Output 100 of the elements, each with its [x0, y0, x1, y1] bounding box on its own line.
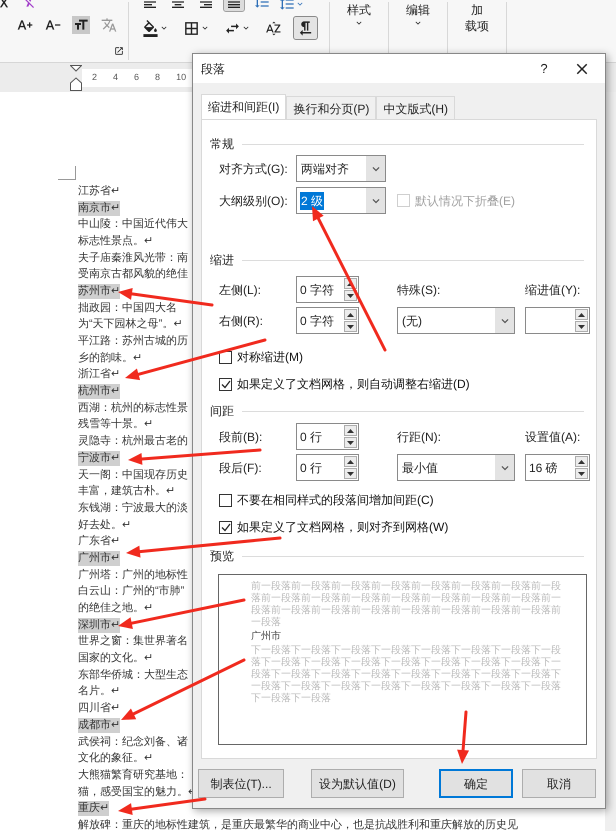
dropdown[interactable]: 最小值: [397, 454, 515, 481]
dropdown-value: 2 级: [300, 192, 324, 210]
section-heading: 缩进: [210, 252, 234, 268]
text-line: 大熊猫繁育研究基地：: [78, 768, 188, 783]
checkbox[interactable]: [219, 378, 232, 390]
annotation-arrow: [457, 710, 470, 764]
checkbox-label: 对称缩进(M): [237, 349, 303, 366]
text-line: 江苏省↵: [78, 184, 120, 199]
field-label: 段后(F):: [219, 460, 263, 476]
dialog-title: 段落: [201, 60, 226, 78]
text-line: 西湖：杭州的标志性景: [78, 400, 188, 416]
dialog-button[interactable]: 设为默认值(D): [311, 769, 404, 798]
spin-down-button[interactable]: [344, 437, 357, 448]
ruler-number: 4: [113, 70, 118, 84]
spin-down-button[interactable]: [575, 468, 588, 479]
spin-up-button[interactable]: [575, 309, 588, 320]
text-line: 世界之窗：集世界著名: [78, 634, 188, 650]
spin-up-button[interactable]: [344, 309, 357, 320]
section-heading: 间距: [210, 403, 234, 419]
text-line: 文化的象征。↵: [78, 751, 153, 766]
spin-up-button[interactable]: [344, 425, 357, 436]
field-label: 行距(N):: [397, 428, 442, 446]
field-label: 左侧(L):: [219, 282, 262, 298]
ribbon-button[interactable]: 编辑: [406, 0, 430, 28]
text-line: 乡的韵味。↵: [78, 350, 142, 366]
tab[interactable]: 中文版式(H): [376, 96, 455, 120]
preview-text: 下一段落下一段落下一段落下一段落下一段落下一段落下一段落下一段落下一段落下一段落下一段落下一段落下一段落下一段落下一段落下一段落下一段落下一段落下一段落下一段落下一段落下一段落下一段落下一段落下一段落下一段落下一段落下一段落下一段落下一段落下一段落下一段落下一段落: [251, 645, 562, 705]
dropdown[interactable]: 两端对齐: [296, 155, 386, 182]
text-line: 受南京古都风貌的绝佳: [78, 267, 188, 282]
spin-down-button[interactable]: [344, 468, 357, 479]
help-button[interactable]: ?: [529, 58, 559, 78]
section-heading: 预览: [210, 548, 234, 564]
text-line: 名片。↵: [78, 684, 120, 700]
preview-text: 前一段落前一段落前一段落前一段落前一段落前一段落前一段落前一段落前一段落前一段落前一段落前一段落前一段落前一段落前一段落前一段落前一段落前一段落前一段落前一段落前一段落前一段落前一段落前一段落: [251, 581, 562, 629]
tab[interactable]: 缩进和间距(I): [201, 94, 286, 119]
down-triangle-icon: [347, 440, 354, 444]
text-line: 的绝佳之地。↵: [78, 601, 153, 616]
spin-field[interactable]: 0 字符: [296, 276, 359, 303]
chevron-down-icon: [495, 308, 514, 333]
spin-field[interactable]: [525, 307, 590, 334]
text-line: 为“天下园林之母”。↵: [78, 317, 182, 332]
dropdown[interactable]: 2 级: [296, 187, 386, 214]
chevron-down-icon: [366, 156, 385, 181]
text-line: 武侯祠：纪念刘备、诸: [78, 734, 188, 750]
ribbon-button[interactable]: 加 载项: [465, 0, 489, 34]
text-line: 灵隐寺：杭州最古老的: [78, 434, 188, 450]
indent-marker-icon[interactable]: [70, 64, 82, 90]
up-triangle-icon: [578, 312, 585, 316]
spin-down-button[interactable]: [575, 321, 588, 332]
text-line: 天一阁：中国现存历史: [78, 468, 188, 483]
dialog-launcher-icon[interactable]: [114, 46, 124, 56]
ruler-number: 6: [134, 70, 140, 84]
down-triangle-icon: [347, 324, 354, 328]
checkbox-label: 不要在相同样式的段落间增加间距(C): [237, 492, 434, 509]
spin-value: 0 行: [300, 460, 322, 476]
text-direction-icon[interactable]: [293, 16, 318, 40]
down-triangle-icon: [347, 472, 354, 476]
checkbox-label: 如果定义了文档网格，则对齐到网格(W): [237, 519, 448, 536]
ruler-number: 2: [92, 70, 98, 84]
up-triangle-icon: [578, 460, 585, 464]
phonetic-guide-icon[interactable]: [100, 16, 118, 34]
spin-field[interactable]: 0 行: [296, 423, 359, 450]
text-line: 东钱湖：宁波最大的淡: [78, 500, 188, 516]
dropdown-value: 两端对齐: [300, 160, 350, 178]
text-line: 拙政园：中国四大名: [78, 300, 177, 316]
ribbon-button[interactable]: 样式: [347, 0, 371, 28]
field-label: 设置值(A):: [525, 428, 582, 446]
text-line: 好去处。↵: [78, 518, 131, 533]
text-line: 四川省↵: [78, 701, 120, 716]
spin-field[interactable]: 0 字符: [296, 307, 359, 334]
spin-up-button[interactable]: [575, 456, 588, 467]
preview-text: 广州市: [251, 631, 282, 643]
line-spacing-icon[interactable]: [279, 0, 305, 12]
dropdown-value: (无): [401, 312, 423, 330]
spin-value: 0 字符: [300, 282, 334, 298]
checkbox[interactable]: [219, 494, 232, 506]
text-line: 解放碑：重庆的地标性建筑，是重庆最繁华的商业中心，也是抗战胜利和重庆解放的历史见: [78, 818, 518, 831]
text-line: 残雪等十景。↵: [78, 417, 153, 432]
text-line: 国家的文化。↵: [78, 651, 153, 666]
dropdown-value: 最小值: [401, 460, 439, 476]
tab[interactable]: 换行和分页(P): [286, 96, 376, 120]
dialog-button[interactable]: 确定: [439, 769, 513, 798]
dialog-button[interactable]: 制表位(T)...: [198, 769, 284, 798]
field-label: 缩进值(Y):: [525, 282, 582, 298]
checkbox[interactable]: [219, 520, 232, 534]
text-line: 浙江省↵: [78, 367, 120, 382]
dropdown[interactable]: (无): [397, 307, 515, 334]
spin-field[interactable]: 0 行: [296, 454, 359, 481]
down-triangle-icon: [578, 472, 585, 476]
spin-down-button[interactable]: [344, 321, 357, 332]
character-shading-icon[interactable]: [72, 16, 90, 34]
dialog-button[interactable]: 取消: [522, 769, 596, 798]
spin-value: 16 磅: [529, 460, 558, 476]
spin-field[interactable]: 16 磅: [525, 454, 590, 481]
spin-value: 0 字符: [300, 312, 334, 330]
field-label: 特殊(S):: [397, 282, 442, 298]
field-label: 段前(B):: [219, 428, 264, 446]
spin-up-button[interactable]: [344, 456, 357, 467]
checkbox-label: 如果定义了文档网格，则自动调整右缩进(D): [237, 376, 470, 393]
field-label: 大纲级别(O):: [219, 192, 289, 210]
